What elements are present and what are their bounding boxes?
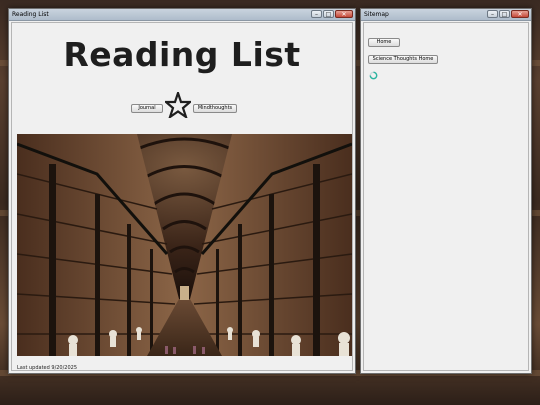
last-updated-text: Last updated 9/20/2025 (17, 365, 78, 371)
maximize-button[interactable]: □ (323, 10, 334, 18)
close-button[interactable]: ✕ (335, 10, 353, 18)
minimize-button[interactable]: – (311, 10, 322, 18)
reading-list-content: Reading List Journal Mindthoughts Last u… (11, 22, 353, 371)
minimize-button[interactable]: – (487, 10, 498, 18)
page-title: Reading List (63, 35, 301, 74)
science-thoughts-home-button[interactable]: Science Thoughts Home (368, 55, 438, 64)
journal-button[interactable]: Journal (131, 104, 163, 113)
sitemap-window: Sitemap – □ ✕ Home Science Thoughts Home (360, 8, 532, 374)
home-button[interactable]: Home (368, 38, 400, 47)
close-button[interactable]: ✕ (511, 10, 529, 18)
maximize-button[interactable]: □ (499, 10, 510, 18)
window-title: Sitemap (364, 11, 389, 18)
library-photo (17, 134, 352, 356)
sitemap-titlebar[interactable]: Sitemap – □ ✕ (361, 9, 531, 21)
reading-list-window: Reading List – □ ✕ Reading List Journal … (8, 8, 356, 374)
sitemap-content: Home Science Thoughts Home (363, 22, 529, 371)
loading-spinner-icon (369, 71, 378, 80)
mindthoughts-button[interactable]: Mindthoughts (193, 104, 237, 113)
reading-list-titlebar[interactable]: Reading List – □ ✕ (9, 9, 355, 21)
star-icon[interactable] (165, 92, 191, 118)
window-title: Reading List (12, 11, 49, 18)
